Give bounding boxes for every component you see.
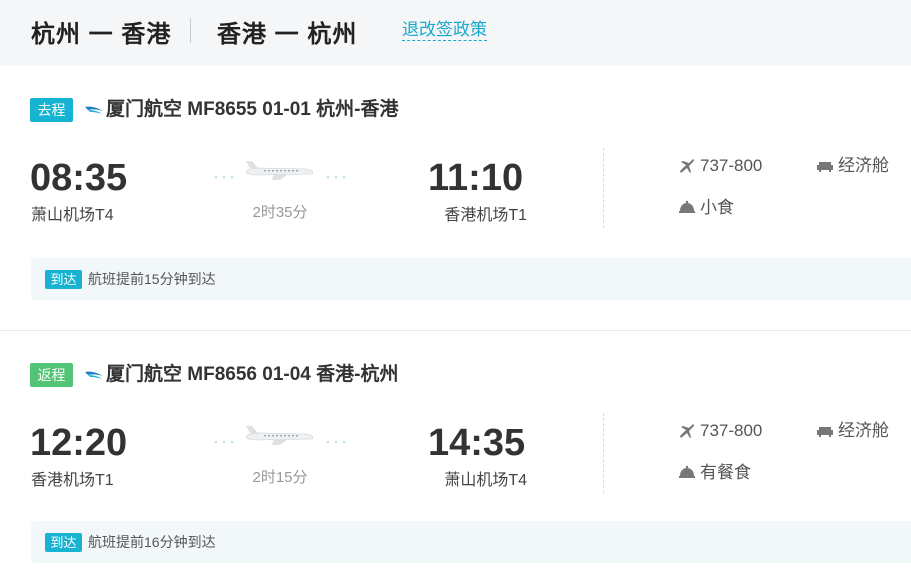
meal-bell-icon <box>679 200 695 213</box>
departure-airport: 萧山机场T4 <box>31 207 114 224</box>
cabin-label: 经济舱 <box>838 156 889 175</box>
notice-text: 航班提前16分钟到达 <box>88 534 216 550</box>
flight-duration: 2时15分 <box>252 469 308 486</box>
departure-time: 08:35 <box>30 157 128 199</box>
flight-duration: 2时35分 <box>252 204 308 221</box>
notice-text: 航班提前15分钟到达 <box>88 271 216 287</box>
aircraft-label: 737-800 <box>700 421 763 440</box>
arrival-notice: 到达 航班提前15分钟到达 <box>31 258 911 300</box>
meal-label: 小食 <box>700 198 734 217</box>
departure-time: 12:20 <box>30 422 128 464</box>
airplane-icon <box>214 426 346 445</box>
column-divider <box>603 148 604 228</box>
notice-tag: 到达 <box>45 533 82 552</box>
trip-tag: 去程 <box>30 98 73 122</box>
cabin-label: 经济舱 <box>838 421 889 440</box>
arrival-airport: 萧山机场T4 <box>444 472 527 489</box>
xiamen-airlines-logo-icon <box>85 371 103 379</box>
flight-card-return: 返程 厦门航空 MF8656 01-04 香港-杭州 12:20 香港机场T1 … <box>0 331 911 586</box>
route-header: 杭州 一 香港 香港 一 杭州 退改签政策 <box>0 0 911 66</box>
meal-bell-icon <box>679 465 695 478</box>
flight-card-outbound: 去程 厦门航空 MF8655 01-01 杭州-香港 08:35 萧山机场T4 … <box>0 66 911 331</box>
refund-change-policy-link[interactable]: 退改签政策 <box>402 20 487 41</box>
meal-info: 小食 <box>678 197 734 219</box>
route-outbound: 杭州 一 香港 <box>31 21 172 48</box>
trip-tag: 返程 <box>30 363 73 387</box>
arrival-time: 14:35 <box>428 422 526 464</box>
arrival-airport: 香港机场T1 <box>444 207 527 224</box>
plane-icon <box>680 159 694 173</box>
seat-icon <box>817 162 833 172</box>
flight-title: 厦门航空 MF8655 01-01 杭州-香港 <box>106 99 399 120</box>
column-divider <box>603 413 604 493</box>
aircraft-label: 737-800 <box>700 156 763 175</box>
notice-tag: 到达 <box>45 270 82 289</box>
meal-label: 有餐食 <box>700 463 751 482</box>
departure-airport: 香港机场T1 <box>31 472 114 489</box>
plane-icon <box>680 424 694 438</box>
header-divider <box>190 18 191 43</box>
aircraft-type: 737-800 <box>678 155 762 177</box>
arrival-notice: 到达 航班提前16分钟到达 <box>31 521 911 563</box>
route-return: 香港 一 杭州 <box>217 21 358 48</box>
airplane-icon <box>214 161 346 180</box>
cabin-class: 经济舱 <box>816 420 889 442</box>
flight-title: 厦门航空 MF8656 01-04 香港-杭州 <box>106 364 399 385</box>
meal-info: 有餐食 <box>678 462 751 484</box>
cabin-class: 经济舱 <box>816 155 889 177</box>
arrival-time: 11:10 <box>428 157 524 199</box>
seat-icon <box>817 427 833 437</box>
aircraft-type: 737-800 <box>678 420 762 442</box>
xiamen-airlines-logo-icon <box>85 106 103 114</box>
